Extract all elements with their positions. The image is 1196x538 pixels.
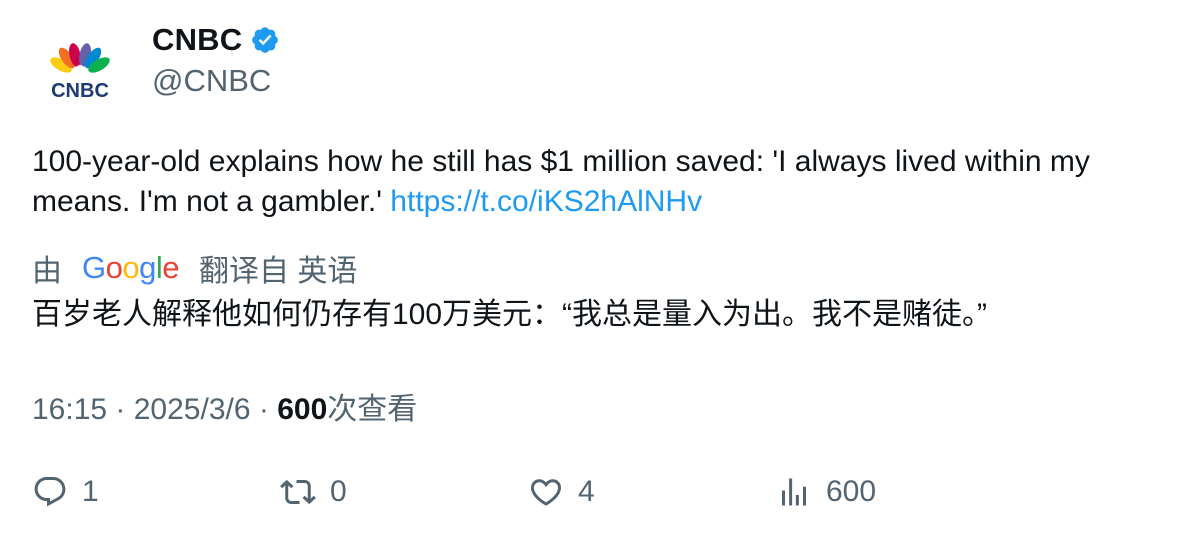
meta-views-label: 次查看 [327,393,418,426]
translation-suffix[interactable]: 翻译自 英语 [199,246,357,290]
views-button[interactable]: 600 [776,472,876,512]
tweet-text: 100-year-old explains how he still has $… [32,142,1172,222]
avatar-logo-text: CNBC [51,80,109,102]
tweet-card: CNBC CNBC @CNBC 100-year-old explains ho… [0,0,1196,538]
reply-count: 1 [82,475,99,508]
tweet-meta: 16:15 · 2025/3/6 · 600次查看 [32,384,417,428]
like-count: 4 [578,475,595,508]
author-handle[interactable]: @CNBC [152,63,271,99]
meta-separator: · [250,393,278,426]
reply-icon [34,477,66,507]
translation-attribution: 由 Google 翻译自 英语 [32,246,357,290]
analytics-bar-icon [782,478,806,506]
tweet-time[interactable]: 16:15 [32,393,107,426]
meta-separator: · [107,393,134,426]
verified-badge-icon [252,27,279,53]
views-count: 600 [826,475,877,508]
meta-views-count: 600 [277,393,328,426]
translation-prefix: 由 [32,255,62,288]
heart-icon [530,479,562,506]
author-display-name[interactable]: CNBC [152,22,242,58]
tweet-link[interactable]: https://t.co/iKS2hAlNHv [390,185,702,218]
tweet-date[interactable]: 2025/3/6 [134,393,251,426]
author-name-row: CNBC [152,22,280,58]
reply-button[interactable]: 1 [32,472,99,512]
google-logo-icon: Google [82,250,180,285]
translated-text: 百岁老人解释他如何仍存有100万美元：“我总是量入为出。我不是赌徒。” [32,298,988,331]
cnbc-peacock-logo-icon: CNBC [50,43,110,102]
like-button[interactable]: 4 [528,472,595,512]
retweet-button[interactable]: 0 [280,472,347,512]
avatar[interactable]: CNBC [32,26,128,122]
retweet-icon [280,479,316,505]
retweet-count: 0 [330,475,347,508]
